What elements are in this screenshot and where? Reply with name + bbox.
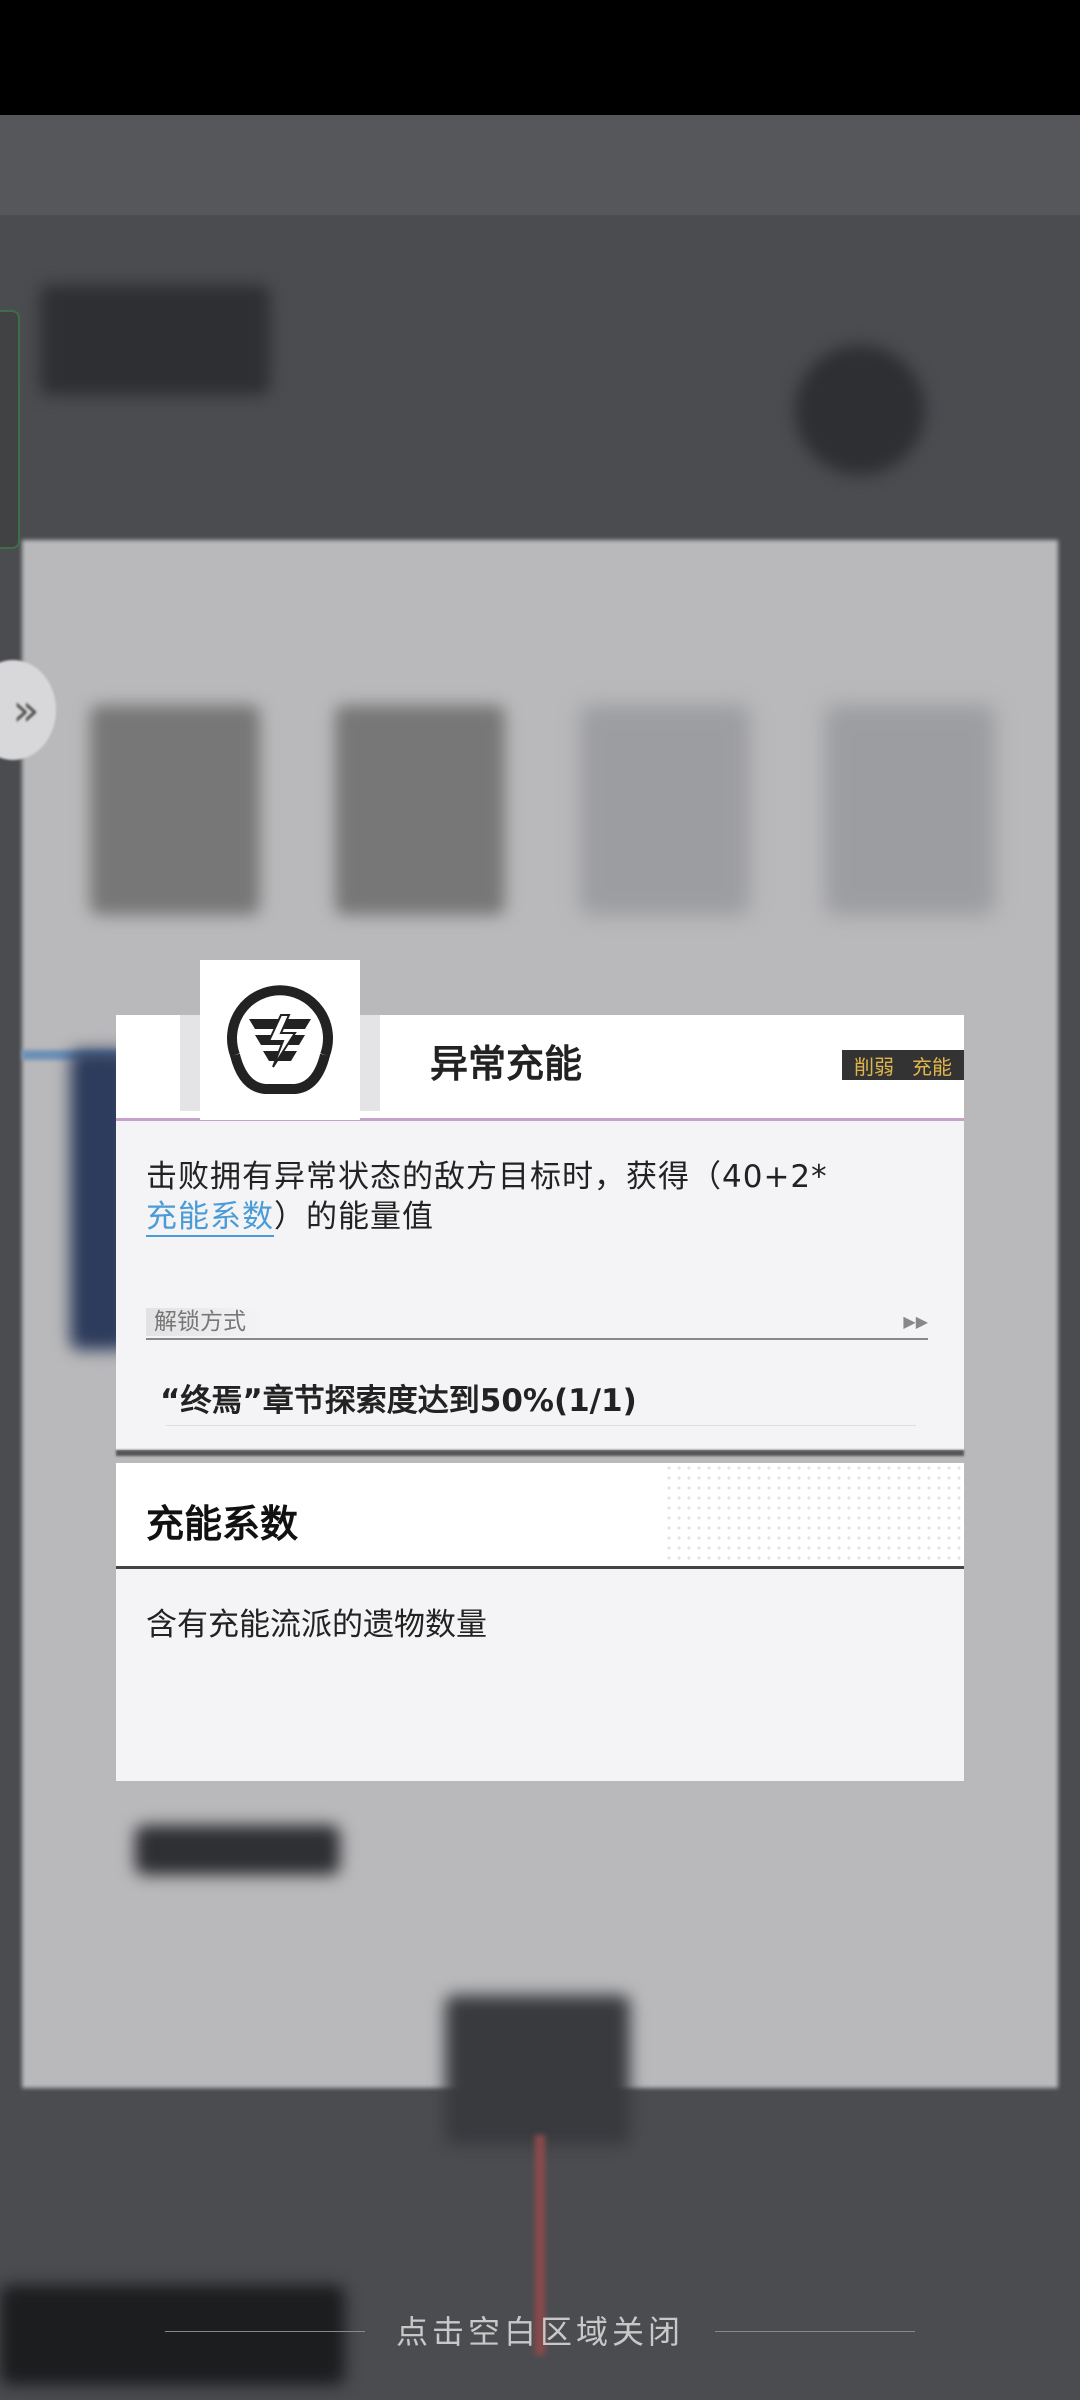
popup-title: 异常充能 <box>430 1042 583 1086</box>
tag-list: 削弱 充能 <box>842 1050 964 1080</box>
lightning-badge-icon <box>227 985 333 1094</box>
unlock-condition: “终焉”章节探索度达到50%(1/1) <box>160 1383 637 1419</box>
side-tab[interactable] <box>0 310 20 549</box>
description-suffix: ）的能量值 <box>274 1199 434 1235</box>
term-title: 充能系数 <box>146 1502 299 1546</box>
blurred-item <box>825 705 995 915</box>
unlock-label: 解锁方式 <box>146 1308 264 1336</box>
double-arrow-icon: ▶▶ <box>903 1312 928 1331</box>
blurred-title-block <box>40 285 270 395</box>
blurred-button <box>135 1825 340 1875</box>
term-definition-card: 充能系数 含有充能流派的遗物数量 <box>116 1463 964 1781</box>
effect-icon-frame <box>200 960 360 1120</box>
tag-charge: 充能 <box>912 1054 952 1079</box>
double-chevron-right-icon: » <box>12 684 40 736</box>
blurred-node <box>445 1995 630 2145</box>
term-description: 含有充能流派的遗物数量 <box>146 1607 487 1643</box>
dot-pattern <box>664 1463 964 1563</box>
close-hint-text: 点击空白区域关闭 <box>395 2313 684 2351</box>
blurred-item <box>580 705 750 915</box>
effect-popup-card: 异常充能 削弱 充能 击败拥有异常状态的敌方目标时，获得（40+2* 充能系数）… <box>116 960 964 1456</box>
popup-description: 击败拥有异常状态的敌方目标时，获得（40+2* 充能系数）的能量值 <box>146 1157 936 1237</box>
close-hint[interactable]: 点击空白区域关闭 <box>0 2307 1080 2357</box>
popup-header: 异常充能 削弱 充能 <box>116 960 964 1121</box>
term-header: 充能系数 <box>116 1463 964 1569</box>
blurred-top-bar <box>0 115 1080 215</box>
divider-left <box>165 2331 365 2332</box>
unlock-section-header: 解锁方式 ▶▶ <box>146 1308 928 1340</box>
card-shadow <box>116 1450 964 1456</box>
divider <box>166 1425 916 1426</box>
charge-coefficient-link[interactable]: 充能系数 <box>146 1199 274 1237</box>
blurred-item <box>335 705 505 915</box>
tag-weaken: 削弱 <box>854 1054 894 1079</box>
divider-right <box>715 2331 915 2332</box>
blurred-avatar <box>795 345 925 475</box>
description-prefix: 击败拥有异常状态的敌方目标时，获得（40+2* <box>146 1159 828 1195</box>
blurred-item <box>90 705 260 915</box>
